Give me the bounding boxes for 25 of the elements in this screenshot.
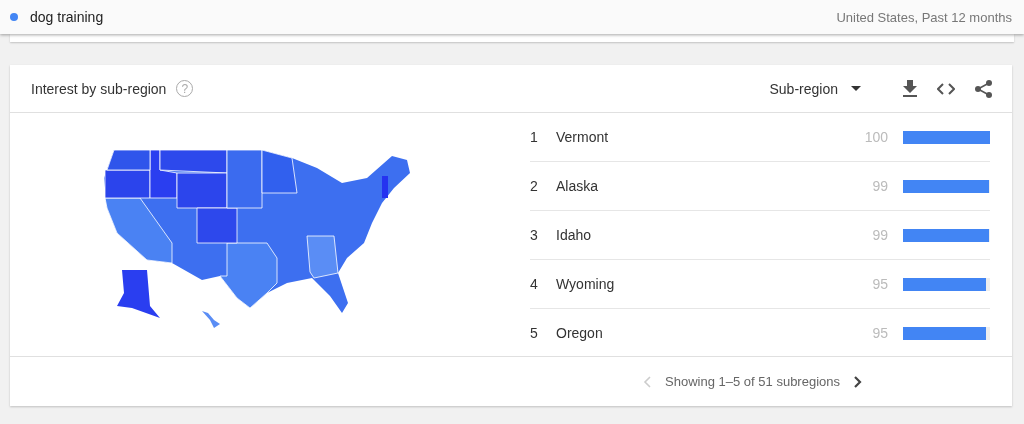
embed-icon[interactable] <box>937 82 955 95</box>
rank-number: 5 <box>530 325 539 341</box>
share-icon[interactable] <box>975 79 992 98</box>
interest-value: 95 <box>872 276 888 292</box>
region-name[interactable]: Oregon <box>556 325 603 341</box>
download-icon[interactable] <box>903 80 917 97</box>
search-term: dog training <box>30 9 104 25</box>
interest-value: 99 <box>872 178 888 194</box>
region-name[interactable]: Wyoming <box>556 276 615 292</box>
interest-value: 100 <box>864 129 888 145</box>
resolution-dropdown[interactable]: Sub-region <box>769 80 861 97</box>
next-page-icon[interactable] <box>854 375 862 388</box>
rank-number: 1 <box>530 129 539 145</box>
scope-label: United States, Past 12 months <box>836 9 1012 25</box>
pagination-text: Showing 1–5 of 51 subregions <box>665 374 840 389</box>
rank-number: 2 <box>530 178 539 194</box>
caret-icon <box>851 86 861 91</box>
interest-value: 95 <box>872 325 888 341</box>
interest-value: 99 <box>872 227 888 243</box>
region-name[interactable]: Vermont <box>556 129 609 145</box>
region-name[interactable]: Idaho <box>556 227 592 243</box>
rank-number: 4 <box>530 276 539 292</box>
region-name[interactable]: Alaska <box>556 178 599 194</box>
card-title: Interest by sub-region <box>31 80 167 97</box>
rank-number: 3 <box>530 227 539 243</box>
